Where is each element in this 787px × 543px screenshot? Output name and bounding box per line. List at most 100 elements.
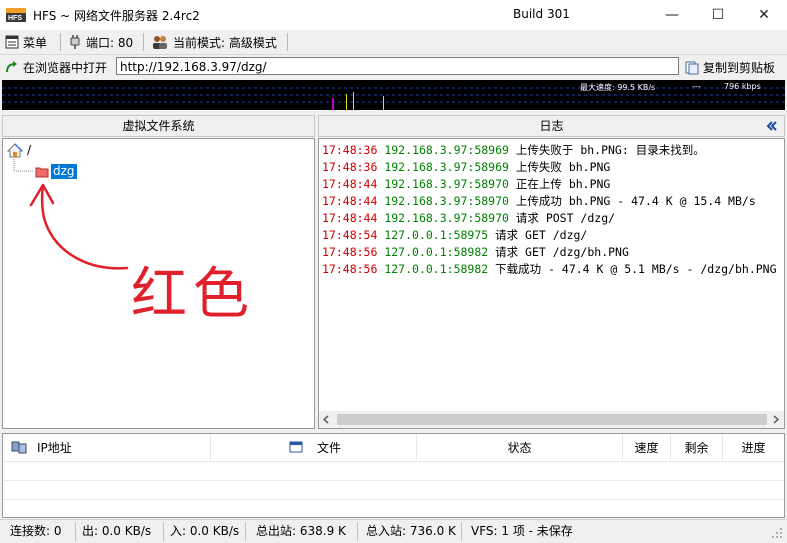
log-time: 17:48:56	[322, 245, 378, 259]
log-message: 上传失败于 bh.PNG: 目录未找到。	[515, 143, 705, 157]
tree-connector	[13, 159, 33, 172]
log-message: 上传成功 bh.PNG - 47.4 K @ 15.4 MB/s	[515, 194, 756, 208]
close-button[interactable]: ✕	[741, 0, 787, 30]
minimize-button[interactable]: —	[649, 0, 695, 30]
menu-icon	[5, 35, 19, 49]
column-status-label: 状态	[507, 440, 532, 455]
log-message: 下载成功 - 47.4 K @ 5.1 MB/s - /dzg/bh.PNG	[495, 262, 777, 276]
url-bar: 在浏览器中打开 http://192.168.3.97/dzg/ 复制到剪贴板	[0, 55, 787, 79]
log-message: 上传失败 bh.PNG	[515, 160, 611, 174]
close-icon: ✕	[758, 7, 770, 23]
svg-text:HFS: HFS	[8, 15, 22, 22]
vfs-panel: 虚拟文件系统 / dzg 红色	[2, 115, 315, 429]
log-line[interactable]: 17:48:44 192.168.3.97:58970 正在上传 bh.PNG	[322, 176, 782, 193]
graph-bar	[383, 96, 384, 110]
log-address: 127.0.0.1:58975	[384, 228, 489, 242]
column-file[interactable]: 文件	[211, 434, 417, 460]
log-time: 17:48:54	[322, 228, 378, 242]
graph-grid	[2, 87, 785, 110]
status-total-in: 总入站: 736.0 K	[362, 522, 462, 541]
menu-button[interactable]: 菜单	[5, 30, 47, 54]
port-label: 端口: 80	[86, 35, 134, 50]
log-line[interactable]: 17:48:56 127.0.0.1:58982 下载成功 - 47.4 K @…	[322, 261, 782, 278]
scroll-right-icon[interactable]	[772, 415, 780, 424]
kbps-label: 796 kbps	[724, 82, 761, 91]
vfs-folder-dzg[interactable]: dzg	[51, 164, 77, 179]
scroll-left-icon[interactable]	[322, 415, 330, 424]
log-line[interactable]: 17:48:56 127.0.0.1:58982 请求 GET /dzg/bh.…	[322, 244, 782, 261]
log-address: 192.168.3.97:58970	[384, 194, 509, 208]
column-status[interactable]: 状态	[417, 434, 623, 460]
log-lines: 17:48:36 192.168.3.97:58969 上传失败于 bh.PNG…	[322, 142, 782, 278]
vfs-tree[interactable]: / dzg 红色	[2, 138, 315, 429]
log-line[interactable]: 17:48:44 192.168.3.97:58970 请求 POST /dzg…	[322, 210, 782, 227]
clipboard-icon	[685, 61, 699, 74]
graph-dashes: ---	[692, 82, 701, 91]
grid-line	[3, 499, 784, 500]
log-address: 192.168.3.97:58969	[384, 160, 509, 174]
log-address: 192.168.3.97:58969	[384, 143, 509, 157]
maximize-icon: ☐	[711, 7, 725, 23]
max-speed-label: 最大速度: 99.5 KB/s	[580, 83, 656, 92]
copy-to-clipboard-label: 复制到剪贴板	[703, 60, 776, 75]
status-total-out: 总出站: 638.9 K	[252, 522, 358, 541]
open-in-browser-button[interactable]: 在浏览器中打开	[5, 55, 107, 79]
column-remaining-label: 剩余	[684, 440, 709, 455]
scroll-thumb[interactable]	[337, 414, 767, 425]
column-speed-label: 速度	[634, 440, 659, 455]
title-bar[interactable]: HFS HFS ~ 网络文件服务器 2.4rc2 Build 301 — ☐ ✕	[0, 0, 787, 30]
collapse-icon[interactable]	[766, 121, 778, 131]
status-in-speed: 入: 0.0 KB/s	[166, 522, 246, 541]
log-time: 17:48:36	[322, 143, 378, 157]
resize-grip-icon[interactable]	[770, 526, 784, 540]
column-ip[interactable]: IP地址	[3, 434, 211, 460]
graph-bar	[353, 92, 354, 110]
bandwidth-graph: 最大速度: 99.5 KB/s --- 796 kbps	[2, 80, 785, 110]
column-progress[interactable]: 进度	[723, 434, 784, 460]
log-address: 192.168.3.97:58970	[384, 177, 509, 191]
hfs-app-icon: HFS	[6, 8, 26, 22]
menu-label: 菜单	[23, 35, 48, 50]
toolbar-divider	[143, 33, 144, 51]
users-icon	[153, 36, 167, 49]
toolbar: 菜单 端口: 80 当前模式: 高级模式	[0, 30, 787, 55]
toolbar-divider	[60, 33, 61, 51]
connections-table[interactable]: IP地址 文件 状态 速度 剩余 进度	[2, 433, 785, 518]
status-out-speed: 出: 0.0 KB/s	[78, 522, 164, 541]
url-field[interactable]: http://192.168.3.97/dzg/	[116, 57, 679, 75]
mode-label: 当前模式: 高级模式	[173, 35, 277, 50]
port-button[interactable]: 端口: 80	[68, 30, 133, 54]
column-progress-label: 进度	[741, 440, 766, 455]
minimize-icon: —	[665, 7, 679, 23]
log-address: 192.168.3.97:58970	[384, 211, 509, 225]
log-time: 17:48:36	[322, 160, 378, 174]
toolbar-divider	[287, 33, 288, 51]
log-title: 日志	[539, 119, 564, 133]
log-address: 127.0.0.1:58982	[384, 262, 489, 276]
log-list[interactable]: 17:48:36 192.168.3.97:58969 上传失败于 bh.PNG…	[318, 138, 785, 429]
log-header: 日志	[318, 115, 785, 137]
build-label: Build 301	[513, 7, 570, 21]
column-speed[interactable]: 速度	[623, 434, 671, 460]
horizontal-scrollbar[interactable]	[319, 411, 784, 428]
log-message: 请求 GET /dzg/bh.PNG	[495, 245, 629, 259]
plug-icon	[70, 35, 80, 49]
column-file-label: 文件	[317, 440, 342, 455]
column-ip-label: IP地址	[37, 440, 72, 455]
log-line[interactable]: 17:48:36 192.168.3.97:58969 上传失败 bh.PNG	[322, 159, 782, 176]
copy-to-clipboard-button[interactable]: 复制到剪贴板	[685, 55, 775, 79]
graph-bar	[332, 98, 334, 110]
log-line[interactable]: 17:48:36 192.168.3.97:58969 上传失败于 bh.PNG…	[322, 142, 782, 159]
status-bar: 连接数: 0 出: 0.0 KB/s 入: 0.0 KB/s 总出站: 638.…	[0, 519, 787, 543]
log-line[interactable]: 17:48:44 192.168.3.97:58970 上传成功 bh.PNG …	[322, 193, 782, 210]
column-remaining[interactable]: 剩余	[671, 434, 723, 460]
folder-icon	[35, 167, 49, 178]
log-address: 127.0.0.1:58982	[384, 245, 489, 259]
log-time: 17:48:56	[322, 262, 378, 276]
vfs-root[interactable]: /	[27, 143, 31, 157]
log-message: 请求 GET /dzg/	[495, 228, 588, 242]
grid-line	[3, 461, 784, 462]
maximize-button[interactable]: ☐	[695, 0, 741, 30]
log-line[interactable]: 17:48:54 127.0.0.1:58975 请求 GET /dzg/	[322, 227, 782, 244]
mode-button[interactable]: 当前模式: 高级模式	[151, 30, 277, 54]
